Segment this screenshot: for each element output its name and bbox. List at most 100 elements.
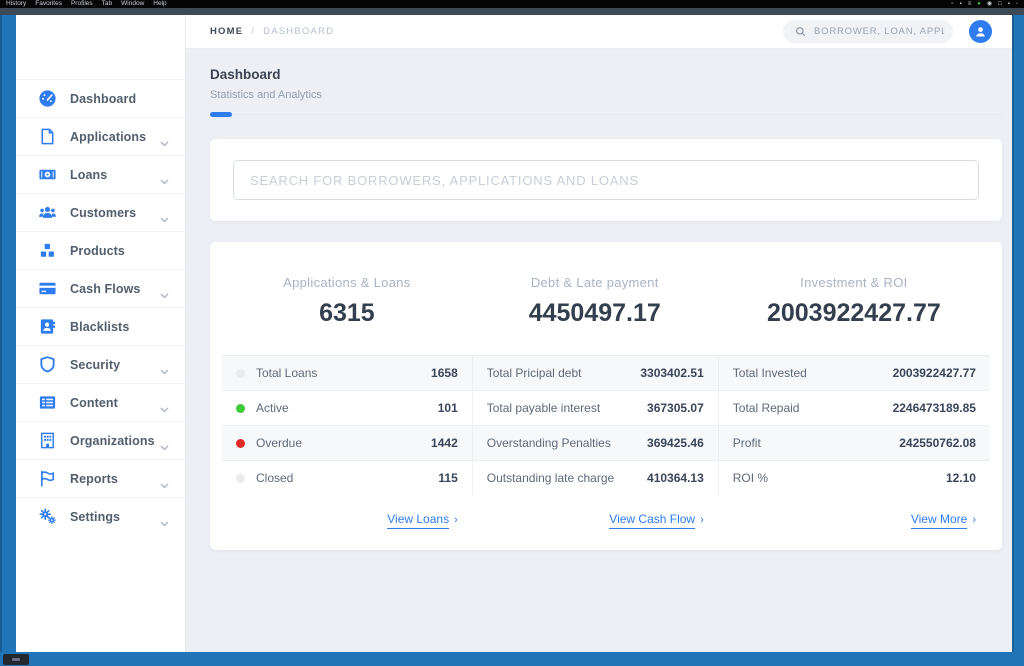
sidebar-item-products[interactable]: Products (16, 231, 185, 269)
stat-label: Total payable interest (487, 401, 600, 415)
user-avatar[interactable] (969, 20, 992, 43)
status-dot (236, 439, 245, 448)
column-total: 4450497.17 (472, 299, 718, 328)
column-total: 6315 (222, 299, 472, 328)
sidebar-item-dashboard[interactable]: Dashboard (16, 79, 185, 117)
stat-label: Total Pricipal debt (487, 366, 582, 380)
sidebar-item-label: Loans (70, 168, 160, 182)
stat-row: Total Invested 2003922427.77 (719, 355, 990, 390)
stat-value: 3303402.51 (640, 366, 703, 380)
sidebar-item-content[interactable]: Content (16, 383, 185, 421)
column-header: Debt & Late payment (472, 275, 718, 290)
status-icon[interactable]: □ (998, 0, 1002, 8)
global-search-input[interactable] (233, 160, 979, 200)
shield-icon (38, 355, 57, 374)
status-icon[interactable]: ▪ (960, 0, 962, 8)
stat-row: ROI % 12.10 (719, 460, 990, 495)
cubes-icon (38, 241, 57, 260)
stat-value: 101 (438, 401, 458, 415)
sidebar-item-applications[interactable]: Applications (16, 117, 185, 155)
sidebar-item-security[interactable]: Security (16, 345, 185, 383)
menu-item[interactable]: Help (153, 0, 166, 8)
sidebar-item-cash-flows[interactable]: Cash Flows (16, 269, 185, 307)
stat-value: 115 (438, 471, 457, 485)
sidebar-item-label: Cash Flows (70, 282, 160, 296)
main-area: HOME / DASHBOARD (186, 15, 1012, 652)
section-divider (210, 112, 1002, 117)
sidebar-item-label: Customers (70, 206, 160, 220)
stat-label: ROI % (733, 471, 768, 485)
sidebar-item-settings[interactable]: Settings (16, 497, 185, 535)
search-card (210, 139, 1002, 221)
stat-rows: Total Loans 1658 Active 101 Overdue 1442 (222, 355, 472, 495)
sidebar-item-reports[interactable]: Reports (16, 459, 185, 497)
menu-item[interactable]: Favorites (35, 0, 62, 8)
stat-row: Total Pricipal debt 3303402.51 (473, 355, 718, 390)
status-icon[interactable]: ◉ (987, 0, 992, 8)
page-title: Dashboard (210, 67, 1002, 82)
breadcrumb: HOME / DASHBOARD (210, 26, 334, 37)
quick-search-input[interactable] (814, 26, 944, 37)
chevron-down-icon (160, 514, 169, 520)
column-total: 2003922427.77 (718, 299, 990, 328)
stat-row: Overstanding Penalties 369425.46 (473, 425, 718, 460)
chevron-down-icon (160, 286, 169, 292)
stat-rows: Total Invested 2003922427.77 Total Repai… (718, 355, 990, 495)
flag-icon (38, 469, 57, 488)
stat-value: 242550762.08 (899, 436, 976, 450)
status-dot (236, 474, 245, 483)
stats-card: Applications & Loans 6315 Total Loans 16… (210, 242, 1002, 550)
stat-row: Total payable interest 367305.07 (473, 390, 718, 425)
stat-row: Total Repaid 2246473189.85 (719, 390, 990, 425)
stat-value: 2003922427.77 (893, 366, 976, 380)
breadcrumb-current: DASHBOARD (263, 26, 334, 37)
chevron-down-icon (160, 476, 169, 482)
menu-item[interactable]: Profiles (71, 0, 93, 8)
menu-item[interactable]: Tab (102, 0, 112, 8)
screen: History Favorites Profiles Tab Window He… (0, 0, 1024, 666)
breadcrumb-home[interactable]: HOME (210, 26, 243, 37)
stat-value: 369425.46 (647, 436, 704, 450)
chevron-right-icon: › (700, 514, 704, 526)
sidebar-item-label: Blacklists (70, 320, 185, 334)
chevron-down-icon (160, 400, 169, 406)
stat-label: Active (256, 401, 289, 415)
stats-column-applications-loans: Applications & Loans 6315 Total Loans 16… (222, 275, 472, 526)
sidebar-item-customers[interactable]: Customers (16, 193, 185, 231)
status-icon[interactable]: ≡ (968, 0, 972, 8)
sidebar-item-label: Dashboard (70, 92, 185, 106)
column-header: Applications & Loans (222, 275, 472, 290)
people-icon (38, 203, 57, 222)
view-cash-flow-link[interactable]: View Cash Flow› (609, 512, 703, 526)
gauge-icon (38, 89, 57, 108)
menu-item[interactable]: History (6, 0, 26, 8)
stat-label: Closed (256, 471, 293, 485)
view-loans-link[interactable]: View Loans› (387, 512, 458, 526)
stat-row: Active 101 (222, 390, 472, 425)
status-icon[interactable]: ▪ (1008, 0, 1010, 8)
stat-row: Total Loans 1658 (222, 355, 472, 390)
sidebar-logo-space (16, 15, 185, 79)
menu-item[interactable]: Window (121, 0, 144, 8)
sidebar-item-blacklists[interactable]: Blacklists (16, 307, 185, 345)
sidebar-item-label: Security (70, 358, 160, 372)
taskbar-fragment (3, 654, 29, 665)
quick-search[interactable] (783, 20, 953, 43)
address-book-icon (38, 317, 57, 336)
chevron-down-icon (160, 134, 169, 140)
view-more-link[interactable]: View More› (911, 512, 976, 526)
column-header: Investment & ROI (718, 275, 990, 290)
search-icon (795, 26, 806, 37)
stat-row: Outstanding late charge 410364.13 (473, 460, 718, 495)
sidebar-item-loans[interactable]: Loans (16, 155, 185, 193)
status-icon[interactable]: ▫ (951, 0, 953, 8)
stat-rows: Total Pricipal debt 3303402.51 Total pay… (472, 355, 718, 495)
status-icon[interactable]: ● (977, 0, 981, 8)
stats-column-debt-late-payment: Debt & Late payment 4450497.17 Total Pri… (472, 275, 718, 526)
stat-label: Overdue (256, 436, 302, 450)
status-icon[interactable]: ◦ (1016, 0, 1018, 8)
chevron-down-icon (160, 362, 169, 368)
sidebar-item-organizations[interactable]: Organizations (16, 421, 185, 459)
stat-label: Overstanding Penalties (487, 436, 611, 450)
stat-value: 367305.07 (647, 401, 704, 415)
